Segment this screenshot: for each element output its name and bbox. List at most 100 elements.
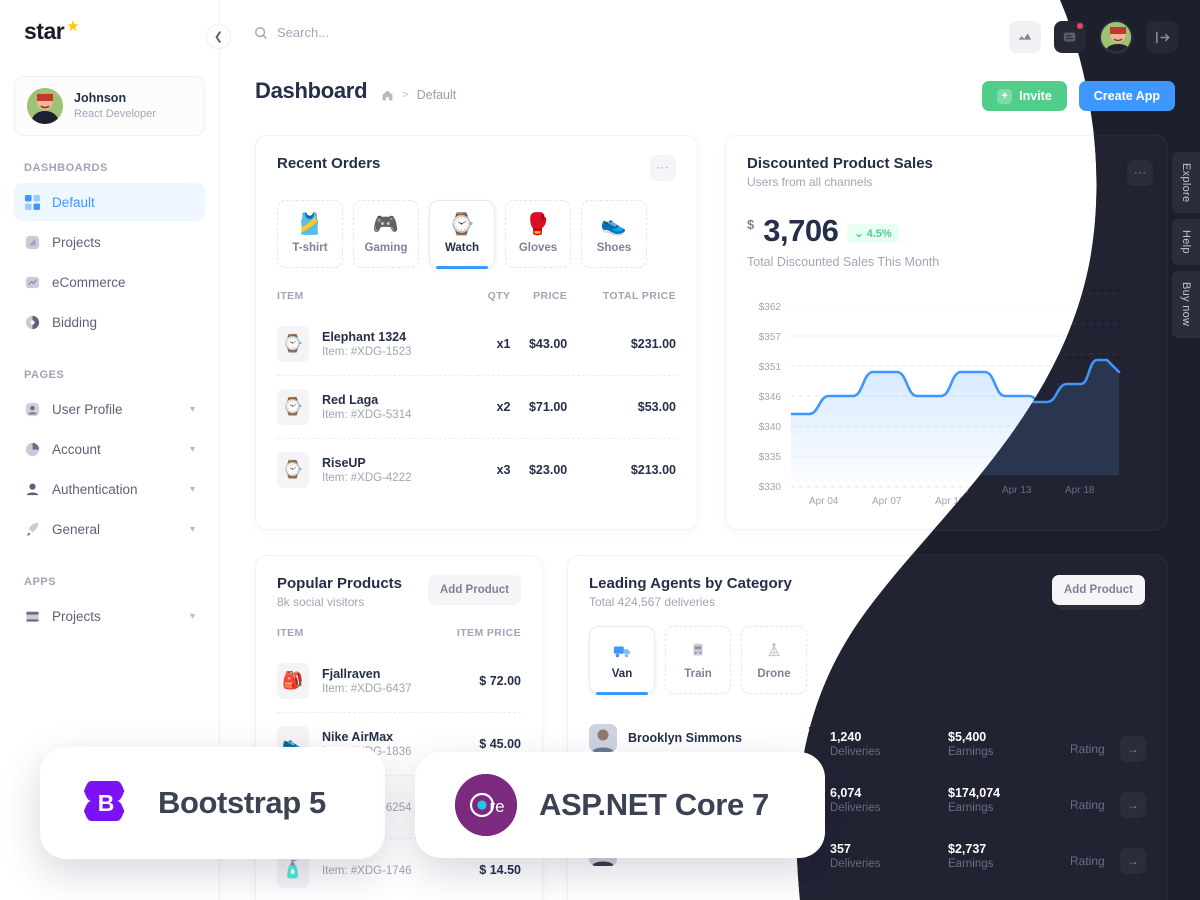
- product-sku: Item: #XDG-1746: [322, 865, 412, 877]
- deliveries-value: 1,240: [808, 724, 840, 738]
- product-thumbnail: ⌚: [277, 452, 309, 488]
- bootstrap-badge[interactable]: B Bootstrap 5: [40, 747, 385, 859]
- chevron-left-icon: ❮: [213, 31, 224, 43]
- svg-text:B: B: [98, 790, 115, 816]
- search-placeholder: Search...: [277, 25, 330, 40]
- nav-section-apps: APPS: [24, 576, 56, 588]
- dotnet-core-label: ASP.NET Core 7: [539, 787, 769, 822]
- sidebar-item-apps-projects[interactable]: Projects ▾: [14, 597, 205, 635]
- search-input[interactable]: Search...: [254, 25, 329, 40]
- agents-subtitle: Total 424,567 deliveries: [589, 595, 716, 609]
- cell-total: $53.00: [567, 375, 676, 439]
- ellipsis-icon[interactable]: ⋯: [650, 155, 676, 181]
- tab-label: Watch: [444, 242, 480, 254]
- add-product-button[interactable]: Add Product: [1052, 575, 1145, 605]
- invite-button[interactable]: + Invite: [982, 81, 1067, 111]
- sidebar-item-authentication[interactable]: Authentication ▾: [14, 470, 205, 508]
- bid-icon: [25, 315, 40, 329]
- edge-tab-label: Explore: [1180, 163, 1192, 203]
- notification-badge: [1077, 23, 1083, 29]
- tab-train[interactable]: Train: [665, 626, 731, 694]
- tab-shoes[interactable]: 👟 Shoes: [581, 200, 647, 268]
- sidebar-item-account[interactable]: Account ▾: [14, 430, 205, 468]
- tab-t-shirt[interactable]: 🎽 T-shirt: [277, 200, 343, 268]
- table-row[interactable]: ⌚ Elephant 1324 Item: #XDG-1523 x1 $43.0…: [277, 313, 676, 376]
- product-name: Fjallraven: [322, 667, 381, 681]
- arrow-right-icon[interactable]: →: [1119, 782, 1145, 808]
- ellipsis-icon[interactable]: ⋯: [1119, 155, 1145, 181]
- home-icon[interactable]: [381, 89, 394, 102]
- status-badge: ⌄ 4.5%: [847, 224, 899, 243]
- sidebar-user-card[interactable]: Johnson React Developer: [14, 76, 205, 136]
- tab-label: T-shirt: [292, 242, 328, 254]
- arrow-right-icon[interactable]: →: [1119, 725, 1145, 751]
- product-thumbnail: ⌚: [277, 326, 309, 362]
- tab-label: Train: [684, 667, 712, 680]
- popular-title: Popular Products: [277, 575, 403, 592]
- edge-toolbar: Explore Help Buy now: [1172, 152, 1200, 338]
- gaming-icon: 🎮: [372, 213, 400, 236]
- sidebar-item-user-profile[interactable]: User Profile ▾: [14, 390, 205, 428]
- create-app-button[interactable]: Create App: [1078, 81, 1175, 111]
- product-thumbnail: 🎒: [277, 663, 309, 699]
- tab-label: Gloves: [518, 242, 558, 254]
- notes-button[interactable]: [1054, 21, 1086, 53]
- chevron-down-icon: ▾: [189, 443, 195, 455]
- cell-total: $213.00: [567, 438, 676, 501]
- add-product-button[interactable]: Add Product: [428, 575, 521, 605]
- sidebar-collapse-button[interactable]: ❮: [206, 24, 231, 49]
- y-tick-label: $346: [758, 392, 781, 403]
- user-avatar[interactable]: [1099, 20, 1133, 54]
- app-root: star ★ Johnson React Developer DASHBOARD…: [0, 0, 1200, 900]
- tab-gaming[interactable]: 🎮 Gaming: [353, 200, 419, 268]
- table-row[interactable]: ⌚ RiseUP Item: #XDG-4222 x3 $23.00 $213.…: [277, 438, 676, 501]
- rating-label: Rating: [1070, 788, 1105, 802]
- recent-orders-card: Recent Orders ⋯ 🎽 T-shirt 🎮 Gaming ⌚ Wat…: [255, 135, 698, 530]
- sidebar-item-projects[interactable]: Projects: [14, 223, 205, 261]
- search-icon: [255, 26, 267, 39]
- avatar: [589, 724, 617, 752]
- sidebar-item-label: Default: [52, 194, 95, 210]
- deliveries-label: Deliveries: [808, 740, 859, 752]
- table-row[interactable]: 🎒 Fjallraven Item: #XDG-6437 $ 72.00: [277, 650, 521, 713]
- sidebar-item-ecommerce[interactable]: eCommerce: [14, 263, 205, 301]
- activity-button[interactable]: [1009, 21, 1041, 53]
- agent-deliveries: 357 Deliveries: [808, 838, 918, 866]
- arrow-right-icon[interactable]: →: [1119, 839, 1145, 865]
- table-row[interactable]: ⌚ Red Laga Item: #XDG-5314 x2 $71.00 $53…: [277, 375, 676, 439]
- tab-van[interactable]: Van: [589, 626, 655, 695]
- sales-area-chart: $362 $357 $351 $346 $340 $335 $330 Apr 0…: [747, 296, 1154, 513]
- dotnet-core-badge[interactable]: re ASP.NET Core 7: [415, 752, 825, 858]
- deliveries-value: 357: [808, 838, 918, 852]
- chart-plot: [791, 306, 1141, 488]
- tab-drone[interactable]: Drone: [741, 626, 807, 694]
- product-sku: Item: #XDG-6437: [322, 683, 412, 695]
- sidebar-item-label: Account: [52, 441, 101, 457]
- sidebar-item-default[interactable]: Default: [14, 183, 205, 221]
- recent-orders-title: Recent Orders: [277, 155, 381, 172]
- tab-watch[interactable]: ⌚ Watch: [429, 200, 495, 269]
- tab-gloves[interactable]: 🥊 Gloves: [505, 200, 571, 268]
- earnings-label: Earnings: [918, 854, 964, 866]
- sidebar-item-general[interactable]: General ▾: [14, 510, 205, 548]
- sidebar-item-label: Projects: [52, 234, 101, 250]
- column-qty: QTY: [487, 290, 511, 302]
- column-item: ITEM: [277, 290, 304, 302]
- logout-button[interactable]: [1146, 21, 1178, 53]
- agents-title: Leading Agents by Category: [589, 575, 792, 592]
- earnings-value: $174,074: [918, 781, 971, 795]
- nav-section-pages: PAGES: [24, 369, 65, 381]
- van-icon: [613, 645, 631, 657]
- box-icon: [26, 611, 39, 622]
- product-name: Nike AirMax: [322, 730, 394, 744]
- y-tick-label: $362: [758, 302, 781, 313]
- user-icon: [25, 402, 40, 416]
- recent-orders-table: ITEM QTY PRICE TOTAL PRICE ⌚ Elephant 13…: [277, 290, 676, 501]
- y-tick-label: $357: [758, 332, 781, 343]
- edge-tab-buy-now[interactable]: Buy now: [1172, 271, 1200, 338]
- brand-logo[interactable]: star ★: [14, 0, 205, 60]
- avatar: [27, 88, 63, 124]
- edge-tab-help[interactable]: Help: [1172, 219, 1200, 266]
- sidebar-item-bidding[interactable]: Bidding: [14, 303, 205, 341]
- edge-tab-explore[interactable]: Explore: [1172, 152, 1200, 214]
